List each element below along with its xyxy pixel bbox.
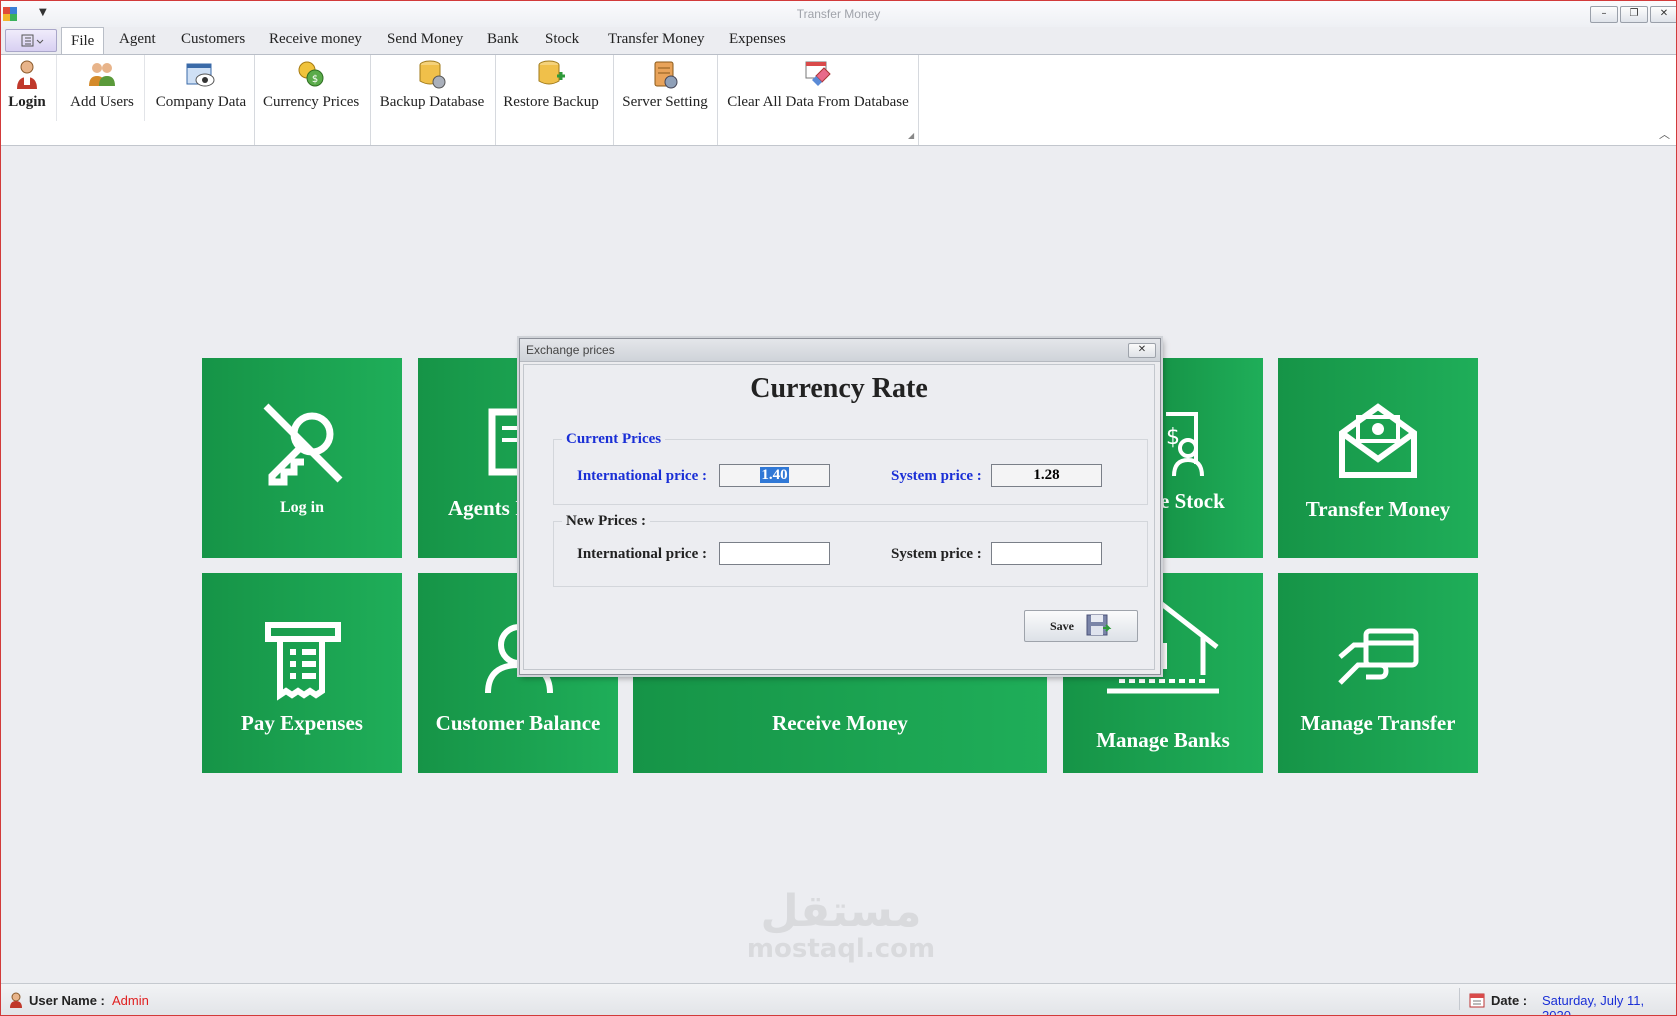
tile-log-in[interactable]: Log in <box>202 358 402 558</box>
ribbon-tabs: File Agent Customers Receive money Send … <box>1 27 1676 54</box>
group-dialog-launcher-icon[interactable]: ◢ <box>908 131 914 140</box>
clear-all-data-label: Clear All Data From Database <box>727 94 909 110</box>
tile-pay-expenses[interactable]: Pay Expenses <box>202 573 402 773</box>
server-setting-label: Server Setting <box>622 94 708 110</box>
company-data-button[interactable]: Company Data <box>154 58 248 111</box>
add-users-button[interactable]: Add Users <box>67 58 137 111</box>
stock-icon: $ <box>1166 412 1204 477</box>
watermark-latin: mostaql.com <box>746 934 936 964</box>
user-icon <box>10 992 22 1008</box>
tile-stock-label: e Stock <box>1160 489 1225 513</box>
currency-rate-heading: Currency Rate <box>750 373 928 404</box>
application-menu-button[interactable] <box>5 29 57 52</box>
current-system-price-field[interactable]: 1.28 <box>991 464 1102 487</box>
new-system-price-input[interactable] <box>991 542 1102 565</box>
restore-backup-button[interactable]: Restore Backup <box>503 58 599 111</box>
current-system-price-value: 1.28 <box>1033 467 1060 483</box>
current-intl-label: International price : <box>577 468 707 484</box>
tab-send-money[interactable]: Send Money <box>387 31 463 48</box>
login-label: Login <box>8 94 46 110</box>
company-data-icon <box>186 63 215 87</box>
main-window: ▼ Transfer Money – ❐ ✕ File Agent Custom… <box>0 0 1677 1016</box>
restore-backup-label: Restore Backup <box>503 94 599 110</box>
current-prices-title: Current Prices <box>562 431 666 448</box>
tab-agent[interactable]: Agent <box>119 31 156 48</box>
tile-manage-transfer[interactable]: Manage Transfer <box>1278 573 1478 773</box>
currency-prices-button[interactable]: $ Currency Prices <box>263 58 359 111</box>
status-bar: User Name : Admin Date : Saturday, July … <box>1 983 1676 1016</box>
watermark-arabic: مستقل <box>760 886 922 937</box>
title-bar: ▼ Transfer Money – ❐ ✕ <box>1 1 1676 27</box>
window-title: Transfer Money <box>796 7 881 21</box>
backup-database-label: Backup Database <box>379 94 485 110</box>
tab-stock[interactable]: Stock <box>545 31 579 48</box>
tab-receive-money[interactable]: Receive money <box>269 31 362 48</box>
save-button[interactable]: Save <box>1024 610 1138 642</box>
currency-prices-label: Currency Prices <box>263 94 360 110</box>
dialog-close-button[interactable]: ✕ <box>1128 343 1156 358</box>
user-name-value: Admin <box>112 993 149 1008</box>
login-user-icon <box>17 60 37 89</box>
save-label: Save <box>1050 619 1074 633</box>
currency-coins-icon: $ <box>298 61 324 87</box>
minimize-button[interactable]: – <box>1590 6 1618 23</box>
svg-text:$: $ <box>312 74 318 85</box>
current-intl-price-value: 1.40 <box>760 467 789 483</box>
key-off-icon <box>263 403 343 486</box>
dialog-title: Exchange prices <box>526 343 615 357</box>
add-users-icon <box>89 63 115 86</box>
backup-database-button[interactable]: Backup Database <box>378 58 486 111</box>
dialog-title-bar[interactable]: Exchange prices ✕ <box>520 339 1160 362</box>
collapse-ribbon-icon[interactable]: ︿ <box>1659 126 1670 142</box>
restore-button[interactable]: ❐ <box>1620 6 1648 23</box>
exchange-prices-dialog: Exchange prices ✕ Currency Rate Current … <box>519 338 1161 675</box>
money-envelope-icon <box>1339 403 1417 478</box>
tile-pay-expenses-label: Pay Expenses <box>241 711 363 735</box>
calendar-icon <box>1469 993 1485 1008</box>
restore-backup-icon <box>538 60 565 85</box>
tile-log-in-label: Log in <box>279 499 324 516</box>
mostaql-watermark: مستقل mostaql.com <box>736 886 946 964</box>
server-setting-button[interactable]: Server Setting <box>621 58 709 111</box>
dialog-body: Currency Rate Current Prices Internation… <box>523 364 1155 670</box>
clear-all-data-button[interactable]: Clear All Data From Database <box>725 58 911 111</box>
tile-manage-banks-label: Manage Banks <box>1096 728 1230 752</box>
hand-card-icon <box>1338 628 1419 685</box>
company-data-label: Company Data <box>155 94 247 110</box>
tile-transfer-money-label: Transfer Money <box>1305 497 1451 521</box>
tile-manage-transfer-label: Manage Transfer <box>1300 711 1456 735</box>
new-prices-title: New Prices : <box>562 513 650 530</box>
date-value: Saturday, July 11, 2020 <box>1542 993 1645 1016</box>
tab-customers[interactable]: Customers <box>181 31 245 48</box>
user-name-label: User Name : <box>29 993 105 1008</box>
tile-receive-money-label: Receive Money <box>772 711 908 735</box>
close-window-button[interactable]: ✕ <box>1650 6 1676 23</box>
new-system-label: System price : <box>891 546 982 562</box>
tab-file[interactable]: File <box>61 27 105 54</box>
new-prices-group: New Prices : International price : Syste… <box>553 513 1148 587</box>
new-intl-label: International price : <box>577 546 707 562</box>
server-setting-icon <box>654 61 678 89</box>
current-intl-price-field[interactable]: 1.40 <box>719 464 830 487</box>
tab-expenses[interactable]: Expenses <box>729 31 786 48</box>
date-label: Date : <box>1491 993 1528 1008</box>
receipt-icon <box>265 622 341 701</box>
save-floppy-icon <box>1086 614 1112 636</box>
tile-transfer-money[interactable]: Transfer Money <box>1278 358 1478 558</box>
app-menu-icon <box>21 34 44 47</box>
svg-text:$: $ <box>1166 425 1180 450</box>
login-button[interactable]: Login <box>7 58 47 111</box>
new-intl-price-input[interactable] <box>719 542 830 565</box>
clear-data-eraser-icon <box>805 61 831 86</box>
ribbon-panel: Login Add Users Company Data $ Currency … <box>1 54 1676 146</box>
backup-database-icon <box>419 60 446 89</box>
tile-stock[interactable]: $ e Stock <box>1158 358 1263 558</box>
tab-transfer-money[interactable]: Transfer Money <box>608 31 705 48</box>
current-prices-group: Current Prices International price : 1.4… <box>553 431 1148 505</box>
tab-bank[interactable]: Bank <box>487 31 519 48</box>
tile-customer-balance-label: Customer Balance <box>435 711 601 735</box>
add-users-label: Add Users <box>70 94 134 110</box>
current-system-label: System price : <box>891 468 982 484</box>
